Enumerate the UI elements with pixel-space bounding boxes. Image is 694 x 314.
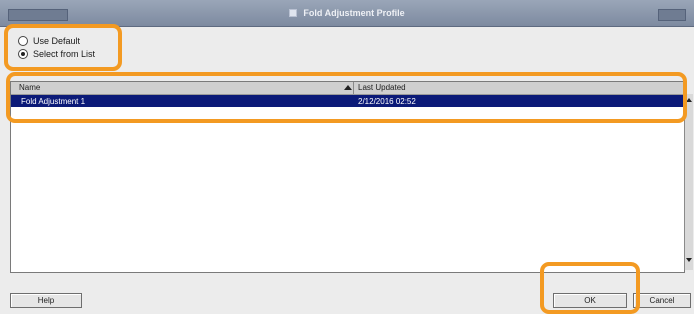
radio-unchecked-icon[interactable] [18,36,28,46]
cell-last-updated: 2/12/2016 02:52 [358,97,416,106]
column-header-name[interactable]: Name [19,83,40,92]
window-icon [289,9,298,17]
select-from-list-option[interactable]: Select from List [18,49,95,59]
title-bar: Fold Adjustment Profile [0,0,694,27]
title-bar-right-segment [658,9,686,21]
help-button[interactable]: Help [10,293,82,308]
window-title: Fold Adjustment Profile [303,8,405,18]
sort-ascending-icon[interactable] [344,85,352,90]
ok-button[interactable]: OK [553,293,627,308]
table-row[interactable]: Fold Adjustment 1 2/12/2016 02:52 [11,95,684,107]
table-header: Name Last Updated [11,82,684,95]
vertical-scrollbar[interactable] [684,94,693,270]
cancel-button[interactable]: Cancel [633,293,691,308]
column-divider[interactable] [353,82,354,94]
use-default-option[interactable]: Use Default [18,36,80,46]
profile-list[interactable]: Name Last Updated Fold Adjustment 1 2/12… [10,81,685,273]
select-from-list-label: Select from List [33,49,96,59]
cell-name: Fold Adjustment 1 [21,97,86,106]
use-default-label: Use Default [33,36,81,46]
callout-radio-options [4,24,122,71]
column-header-last-updated[interactable]: Last Updated [358,83,406,92]
scroll-up-arrow-icon[interactable] [686,98,692,102]
window-title-wrap: Fold Adjustment Profile [0,0,694,26]
radio-checked-icon[interactable] [18,49,28,59]
scroll-down-arrow-icon[interactable] [686,258,692,262]
